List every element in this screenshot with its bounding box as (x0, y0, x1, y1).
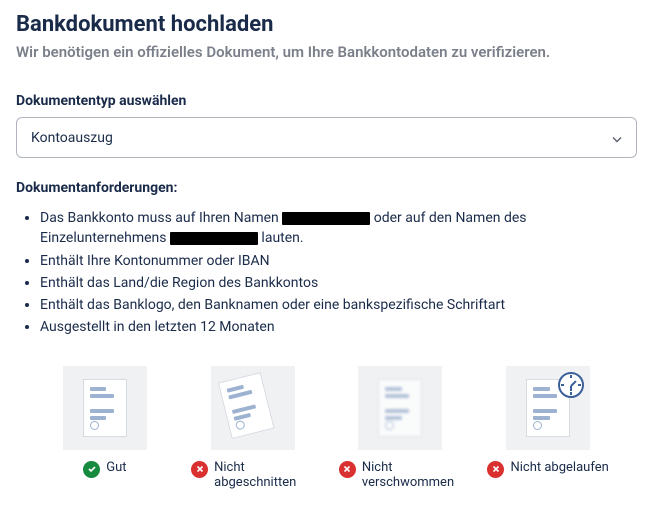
cross-icon (487, 461, 504, 478)
requirement-item: Das Bankkonto muss auf Ihren Namen oder … (40, 208, 637, 249)
doctype-selected-value: Kontoauszug (31, 130, 113, 146)
example-good: Gut (36, 366, 174, 490)
example-label: Nicht abgelaufen (510, 460, 608, 475)
cross-icon (339, 461, 356, 478)
example-label: Nicht abgeschnitten (214, 460, 314, 490)
doctype-label: Dokumententyp auswählen (16, 93, 637, 109)
req-text: lauten. (258, 230, 304, 246)
cross-icon (191, 461, 208, 478)
document-icon (378, 379, 422, 437)
clock-icon (558, 372, 584, 398)
example-not-expired: Nicht abgelaufen (479, 366, 617, 490)
chevron-down-icon (612, 128, 622, 147)
example-label: Gut (106, 460, 126, 475)
document-icon (83, 379, 127, 437)
examples-row: Gut Nicht abgeschnitten (16, 366, 637, 490)
requirement-item: Enthält das Land/die Region des Bankkont… (40, 273, 637, 293)
requirements-list: Das Bankkonto muss auf Ihren Namen oder … (16, 208, 637, 338)
requirements-heading: Dokumentanforderungen: (16, 180, 637, 196)
requirement-item: Ausgestellt in den letzten 12 Monaten (40, 317, 637, 337)
redacted-company (170, 232, 258, 245)
example-thumb (506, 366, 590, 450)
example-not-blurry: Nicht verschwommen (332, 366, 470, 490)
example-not-cropped: Nicht abgeschnitten (184, 366, 322, 490)
example-thumb (211, 366, 295, 450)
page-subtitle: Wir benötigen ein offizielles Dokument, … (16, 43, 637, 61)
example-thumb (358, 366, 442, 450)
page-title: Bankdokument hochladen (16, 12, 637, 37)
requirement-item: Enthält das Banklogo, den Banknamen oder… (40, 295, 637, 315)
doctype-select[interactable]: Kontoauszug (16, 117, 637, 158)
requirement-item: Enthält Ihre Kontonummer oder IBAN (40, 251, 637, 271)
example-label: Nicht verschwommen (362, 460, 462, 490)
check-icon (83, 461, 100, 478)
redacted-name (282, 212, 370, 225)
document-icon (217, 372, 274, 439)
example-thumb (63, 366, 147, 450)
req-text: Das Bankkonto muss auf Ihren Namen (40, 210, 282, 226)
